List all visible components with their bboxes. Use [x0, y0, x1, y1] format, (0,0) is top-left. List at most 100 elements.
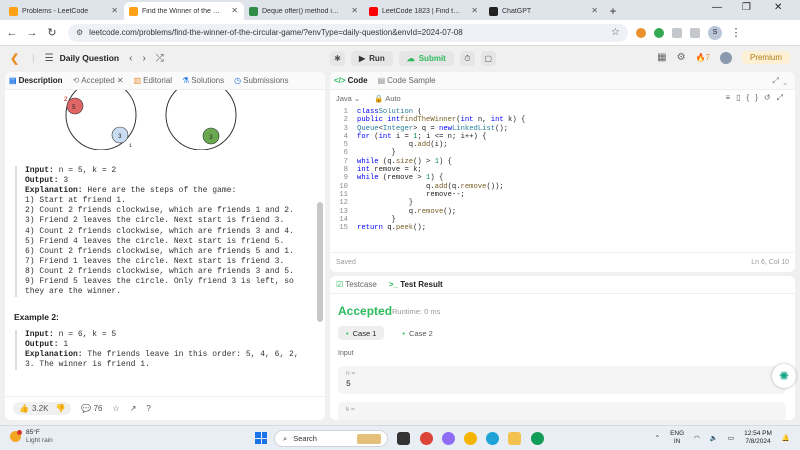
- save-status: Saved: [336, 259, 356, 266]
- sidebar-icon[interactable]: [690, 27, 700, 38]
- chatgpt-extension-icon[interactable]: ✺: [772, 364, 796, 388]
- case-1-tab[interactable]: • Case 1: [338, 326, 385, 340]
- submit-button[interactable]: ☁ Submit: [398, 51, 454, 66]
- volume-icon[interactable]: 🔈: [710, 434, 718, 442]
- new-tab-button[interactable]: +: [604, 2, 622, 20]
- back-icon[interactable]: ←: [4, 27, 20, 39]
- chrome-icon[interactable]: [420, 432, 433, 445]
- tab-description[interactable]: ▤ Description: [9, 76, 63, 85]
- thumbs-down-icon[interactable]: 👎: [55, 404, 65, 413]
- close-tab-icon[interactable]: ✕: [231, 6, 238, 15]
- language-select[interactable]: Java ⌄: [336, 94, 360, 103]
- result-status: Accepted: [338, 304, 393, 318]
- browser-tab-find-winner[interactable]: Find the Winner of the Circular ✕: [124, 2, 244, 20]
- user-avatar[interactable]: [719, 51, 732, 64]
- tab-testcase[interactable]: ☑ Testcase: [336, 280, 377, 289]
- description-scrollbar[interactable]: [317, 202, 323, 322]
- step: 2) Count 2 friends clockwise, which are …: [25, 206, 294, 216]
- wifi-icon[interactable]: ◠: [694, 434, 700, 442]
- maximize-icon[interactable]: ❐: [742, 2, 751, 13]
- debug-icon[interactable]: ✱: [330, 51, 345, 66]
- browser-tab-problems[interactable]: Problems - LeetCode ✕: [4, 2, 124, 20]
- editor-tools-icons[interactable]: ≡▯{}↺⤢: [725, 93, 789, 103]
- settings-gear-icon[interactable]: ⚙: [677, 52, 686, 63]
- code-editor[interactable]: 1 class Solution { 2 public int findTheWi…: [330, 108, 795, 248]
- forward-icon[interactable]: →: [24, 27, 40, 39]
- battery-icon[interactable]: ▭: [728, 434, 734, 442]
- tab-accepted[interactable]: ⟲ Accepted ✕: [73, 76, 124, 85]
- chrome-profile-icon[interactable]: [464, 432, 477, 445]
- shuffle-icon[interactable]: ⤮: [156, 53, 164, 64]
- close-window-icon[interactable]: ✕: [774, 2, 782, 13]
- extensions-puzzle-icon[interactable]: [672, 27, 682, 38]
- browser-menu-icon[interactable]: ⋮: [728, 26, 744, 39]
- bookmark-star-icon[interactable]: ☆: [611, 27, 620, 38]
- prev-problem-icon[interactable]: ‹: [129, 53, 132, 64]
- description-footer: 👍 3.2K 👎 💬 76 ☆ ↗ ?: [5, 396, 325, 420]
- layout-icon[interactable]: ▦: [657, 52, 666, 63]
- app-icon[interactable]: [442, 432, 455, 445]
- language-indicator[interactable]: ENG IN: [670, 430, 684, 446]
- like-button[interactable]: 👍 3.2K 👎: [13, 402, 72, 415]
- browser-tab-strip: Problems - LeetCode ✕ Find the Winner of…: [0, 0, 800, 20]
- tab-code-sample[interactable]: ▤ Code Sample: [378, 76, 436, 85]
- taskbar-search[interactable]: ⌕ Search: [274, 430, 388, 447]
- edge-icon[interactable]: [486, 432, 499, 445]
- comments-button[interactable]: 💬 76: [81, 404, 102, 413]
- tab-editorial[interactable]: ▥ Editorial: [134, 76, 172, 85]
- run-button[interactable]: ▶ Run: [351, 51, 393, 66]
- browser-tab-deque[interactable]: Deque offer() method in Java ✕: [244, 2, 364, 20]
- notes-icon[interactable]: ▢: [480, 51, 496, 66]
- share-icon[interactable]: ↗: [130, 404, 137, 413]
- step: 3) Friend 2 leaves the circle. Next star…: [25, 216, 285, 226]
- code-line: 1 class Solution {: [343, 108, 422, 116]
- param-name: k =: [346, 406, 355, 413]
- tab-code[interactable]: </> Code: [334, 76, 368, 85]
- minimize-icon[interactable]: —: [712, 2, 722, 13]
- url-field[interactable]: ⚙ leetcode.com/problems/find-the-winner-…: [68, 23, 628, 42]
- reload-icon[interactable]: ↻: [44, 26, 60, 39]
- daily-question-label[interactable]: Daily Question: [60, 53, 120, 63]
- leetcode-top-bar: ❮ | ☰ Daily Question ‹ › ⤮ ✱ ▶ Run ☁ Submi…: [0, 46, 800, 70]
- case-2-tab[interactable]: • Case 2: [394, 326, 440, 340]
- notification-bell-icon[interactable]: 🔔: [782, 434, 790, 442]
- help-icon[interactable]: ?: [146, 404, 150, 413]
- close-tab-icon[interactable]: ✕: [111, 6, 118, 15]
- thumbs-up-icon: 👍: [19, 404, 29, 413]
- problem-list-icon[interactable]: ☰: [45, 53, 54, 64]
- tab-title: Problems - LeetCode: [22, 7, 89, 15]
- result-panel: ☑ Testcase >_ Test Result Accepted Runti…: [330, 276, 795, 420]
- close-tab-icon[interactable]: ✕: [471, 6, 478, 15]
- clock[interactable]: 12:54 PM 7/8/2024: [744, 430, 772, 446]
- browser-tab-chatgpt[interactable]: ChatGPT ✕: [484, 2, 604, 20]
- lock-icon: 🔒: [374, 93, 384, 103]
- chrome-icon[interactable]: [531, 432, 544, 445]
- streak-counter[interactable]: 🔥7: [696, 53, 710, 62]
- tray-overflow-icon[interactable]: ⌃: [655, 434, 660, 442]
- tab-test-result[interactable]: >_ Test Result: [389, 280, 443, 289]
- task-view-icon[interactable]: [397, 432, 410, 445]
- auto-mode[interactable]: 🔒 Auto: [374, 94, 400, 103]
- file-explorer-icon[interactable]: [508, 432, 521, 445]
- clock-icon: ◷: [234, 76, 242, 85]
- expand-icon[interactable]: ⤢ ⌄: [772, 76, 787, 86]
- windows-start-icon[interactable]: [255, 432, 267, 444]
- next-problem-icon[interactable]: ›: [142, 53, 145, 64]
- tab-solutions[interactable]: ⚗ Solutions: [182, 76, 224, 85]
- browser-tab-youtube[interactable]: LeetCode 1823 | Find the Winne ✕: [364, 2, 484, 20]
- close-tab-icon[interactable]: ✕: [117, 76, 124, 85]
- profile-avatar[interactable]: S: [708, 25, 722, 40]
- extension-icon[interactable]: [654, 27, 664, 38]
- site-info-icon[interactable]: ⚙: [76, 28, 83, 37]
- premium-button[interactable]: Premium: [741, 51, 790, 64]
- timer-icon[interactable]: ⏱: [459, 51, 475, 66]
- favorite-star-icon[interactable]: ☆: [113, 404, 120, 413]
- diagram-label: 1: [129, 143, 132, 149]
- close-tab-icon[interactable]: ✕: [351, 6, 358, 15]
- tab-submissions[interactable]: ◷ Submissions: [234, 76, 288, 85]
- close-tab-icon[interactable]: ✕: [591, 6, 598, 15]
- leetcode-logo-icon[interactable]: ❮: [10, 52, 22, 65]
- extension-icon[interactable]: [636, 27, 646, 38]
- weather-widget[interactable]: 85°F Light rain: [10, 429, 53, 445]
- editor-status-bar: Saved Ln 6, Col 10: [330, 252, 795, 272]
